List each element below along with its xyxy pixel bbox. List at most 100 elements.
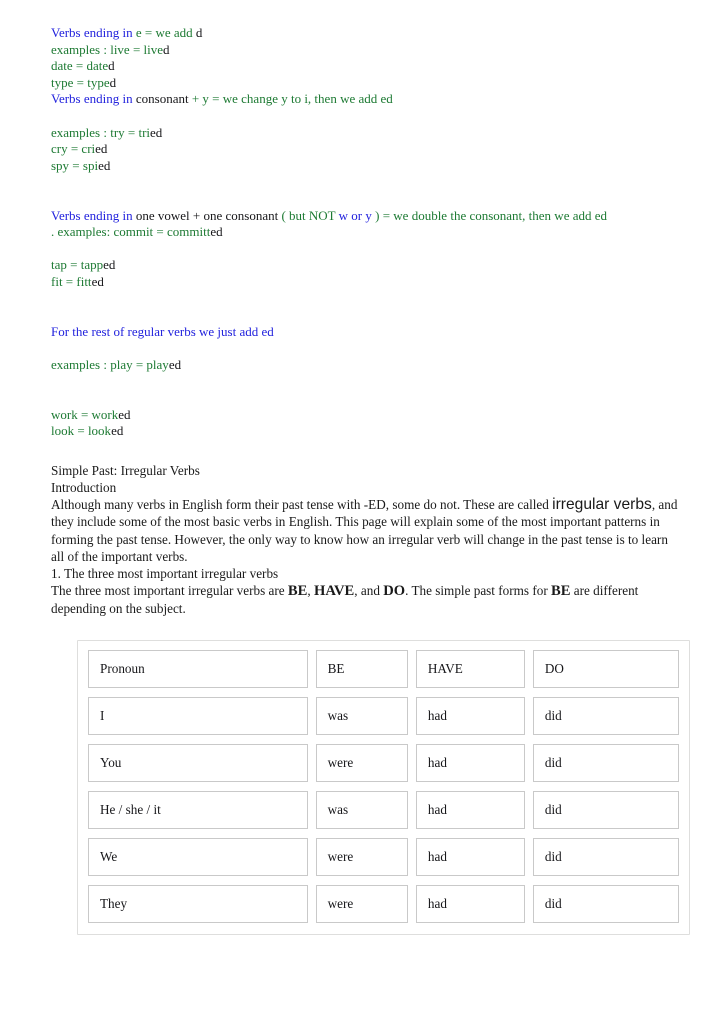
table-cell-have: had [415,696,525,735]
rule3-heading-blue: Verbs ending in [51,207,133,223]
table-header-cell-have: HAVE [415,649,525,688]
section-subheading: Introduction [51,480,117,496]
rule2-example-1: examples : try = tried [51,125,684,142]
rule1-heading-black: d [195,25,203,40]
rule2-example-1-black: ed [150,124,163,140]
table-row: I was had did [88,696,680,735]
table-cell-be: were [315,743,408,782]
document-page: Verbs ending in e = we add d examples : … [0,0,724,1024]
rule2-example-2-black: ed [95,141,108,157]
rule2-example-2-green: cry = cri [51,141,96,157]
irregular-verbs-emphasis: irregular verbs [552,496,652,514]
table-cell-do: did [532,884,680,923]
rule1-example-3-green: type = type [51,74,110,90]
rule2-example-3-green: spy = spi [51,157,99,173]
rule2-example-1-green: examples : try = tri [51,124,151,140]
rule4-heading: For the rest of regular verbs we just ad… [51,324,684,341]
rule1-example-1-green: examples : live = live [51,41,164,57]
rule1-heading-green: e = we add [132,25,196,40]
rule2-heading: Verbs ending in consonant + y = we chang… [51,91,684,108]
rule-block-default-ed: For the rest of regular verbs we just ad… [51,324,684,440]
rule1-heading: Verbs ending in e = we add d [51,25,684,42]
rule1-example-3: type = typed [51,75,684,92]
table-cell-be: was [315,790,408,829]
table-cell-do: did [532,837,680,876]
rule1-example-1-black: d [163,41,170,57]
rule1-example-3-black: d [109,74,117,90]
verb-do: DO [383,583,406,600]
three-verbs-sep-2: , and [354,583,384,599]
rule-block-e-ending: Verbs ending in e = we add d examples : … [51,25,684,91]
rule2-heading-green: + y = we change y to i, then we add ed [188,91,393,107]
intro-paragraph: Although many verbs in English form thei… [51,496,684,565]
rule4-example-2-green: work = work [51,406,119,422]
table-cell-do: did [532,696,680,735]
rule4-example-1: examples : play = played [51,357,684,374]
rule2-example-2: cry = cried [51,141,684,158]
rule4-example-3-green: look = look [51,423,112,439]
table-cell-have: had [415,790,525,829]
verb-have: HAVE [313,583,355,600]
rule3-heading-green-1: ( but NOT [278,207,339,223]
rule3-heading-blue-2: w or y [338,207,372,223]
rule2-example-3: spy = spied [51,158,684,175]
rule3-example-2-black: ed [91,273,104,289]
table-header-row: Pronoun BE HAVE DO [88,649,680,688]
table-cell-be: were [315,837,408,876]
rule1-example-1: examples : live = lived [51,42,684,59]
rule-block-consonant-y: Verbs ending in consonant + y = we chang… [51,91,684,174]
table-cell-do: did [532,743,680,782]
table-cell-pronoun: I [88,696,308,735]
table-cell-be: was [315,696,408,735]
table-cell-pronoun: We [88,837,308,876]
rule2-example-3-black: ed [98,157,111,173]
table-header-cell-be: BE [315,649,408,688]
rule2-heading-blue: Verbs ending in [51,91,133,107]
rule3-example-line-green: . examples: commit = committ [51,224,211,240]
table-cell-pronoun: He / she / it [88,790,308,829]
rule3-example-1-black: ed [103,257,116,273]
rule3-example-line-black: ed [210,224,223,240]
rule3-heading: Verbs ending in one vowel + one consonan… [51,208,684,225]
table-cell-have: had [415,743,525,782]
rule4-heading-blue: For the rest of regular verbs we just ad… [51,323,274,339]
rule3-heading-black-1: one vowel + one consonant [132,207,279,223]
table-header-cell-pronoun: Pronoun [88,649,308,688]
table-cell-be: were [315,884,408,923]
three-verbs-paragraph: The three most important irregular verbs… [51,582,684,617]
irregular-verbs-section: Simple Past: Irregular Verbs Introductio… [51,462,684,618]
rule4-example-2-black: ed [118,406,131,422]
three-verbs-part-d: . The simple past forms for [405,583,552,599]
rule3-example-1-green: tap = tapp [51,257,104,273]
table-row: We were had did [88,837,680,876]
rule3-heading-green-2: ) = we double the consonant, then we add… [371,207,607,223]
rule4-example-3-black: ed [111,423,124,439]
verb-be-1: BE [287,583,308,600]
rule1-example-2: date = dated [51,58,684,75]
rule4-example-1-green: examples : play = play [51,356,169,372]
table-cell-have: had [415,837,525,876]
numbered-list-item-1: 1. The three most important irregular ve… [51,566,279,582]
rule4-example-1-black: ed [168,356,182,372]
rule3-example-1: tap = tapped [51,257,684,274]
table-cell-pronoun: They [88,884,308,923]
rule4-example-2: work = worked [51,407,684,424]
table-row: They were had did [88,884,680,923]
rule4-example-3: look = looked [51,423,684,440]
rule3-example-2: fit = fitted [51,274,684,291]
rule2-heading-black: consonant [132,91,189,107]
rule-block-double-consonant: Verbs ending in one vowel + one consonan… [51,208,684,291]
table-header-cell-do: DO [532,649,680,688]
three-verbs-part-a: The three most important irregular verbs… [51,583,288,599]
verb-be-2: BE [551,583,571,600]
three-verbs-sep-1: , [307,583,314,599]
intro-paragraph-part-a: Although many verbs in English form thei… [51,497,553,513]
